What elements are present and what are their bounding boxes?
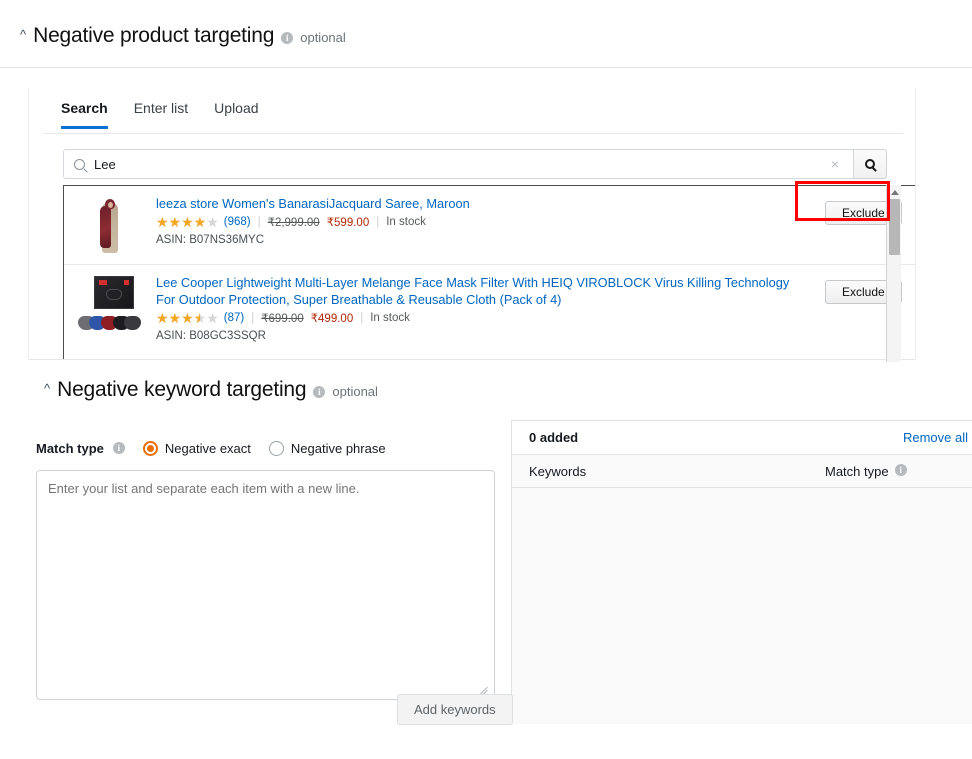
product-thumbnail-mask (64, 274, 156, 342)
tab-upload[interactable]: Upload (214, 100, 258, 129)
added-keywords-header: 0 added Remove all (512, 421, 972, 454)
product-asin: ASIN: B07NS36MYC (156, 234, 811, 246)
current-price: ₹499.00 (311, 311, 354, 325)
column-header-keywords: Keywords (529, 464, 586, 479)
page-root: ^ Negative product targeting i optional … (0, 0, 972, 759)
product-asin: ASIN: B08GC3SSQR (156, 330, 811, 342)
keywords-table-header: Keywords Match type i (512, 454, 972, 488)
product-thumbnail-saree (64, 195, 156, 254)
rating-stars: ★★★★★ ★★★★★ (156, 215, 219, 229)
product-meta: ★★★★★ ★★★★★ (87) | ₹699.00 ₹499.00 | In … (156, 311, 811, 325)
exclude-button-cell: Exclude (825, 195, 916, 254)
keywords-textarea[interactable] (36, 470, 495, 700)
tab-enter-list[interactable]: Enter list (134, 100, 188, 129)
product-meta: ★★★★★ ★★★★★ (968) | ₹2,999.00 ₹599.00 | … (156, 215, 811, 229)
rating-stars: ★★★★★ ★★★★★ (156, 311, 219, 325)
radio-negative-phrase[interactable]: Negative phrase (269, 441, 386, 456)
old-price: ₹2,999.00 (268, 215, 320, 229)
column-header-match-type: Match type i (825, 464, 907, 479)
old-price: ₹699.00 (261, 311, 304, 325)
radio-button[interactable] (269, 441, 284, 456)
match-type-row: Match type i Negative exact Negative phr… (36, 441, 386, 456)
stock-status: In stock (370, 312, 410, 324)
added-count: 0 added (529, 430, 578, 445)
page-title: Negative product targeting (33, 24, 274, 48)
product-info: Lee Cooper Lightweight Multi-Layer Melan… (156, 274, 825, 342)
negative-product-targeting-header[interactable]: ^ Negative product targeting i optional (20, 24, 346, 48)
product-title-link[interactable]: leeza store Women's BanarasiJacquard Sar… (156, 195, 811, 212)
optional-label: optional (300, 30, 346, 45)
info-icon[interactable]: i (113, 442, 125, 454)
product-info: leeza store Women's BanarasiJacquard Sar… (156, 195, 825, 254)
tab-search[interactable]: Search (61, 100, 108, 129)
collapse-caret-icon[interactable]: ^ (44, 382, 50, 395)
rating-count[interactable]: (968) (224, 216, 251, 228)
negative-product-targeting-card: Search Enter list Upload Lee × (28, 88, 916, 360)
scrollbar-thumb[interactable] (889, 199, 900, 255)
product-title-link[interactable]: Lee Cooper Lightweight Multi-Layer Melan… (156, 274, 811, 308)
current-price: ₹599.00 (327, 215, 370, 229)
info-icon[interactable]: i (281, 32, 293, 44)
keywords-table-body (512, 488, 972, 724)
table-row[interactable]: Lee Cooper Lightweight Multi-Layer Melan… (64, 264, 916, 352)
radio-label: Negative exact (165, 441, 251, 456)
optional-label: optional (332, 384, 378, 399)
search-input[interactable]: Lee (94, 157, 825, 172)
negative-keyword-targeting-header[interactable]: ^ Negative keyword targeting i optional (44, 378, 378, 402)
results-scrollbar[interactable] (886, 185, 901, 362)
section-title: Negative keyword targeting (57, 378, 306, 402)
rating-count[interactable]: (87) (224, 312, 244, 324)
product-search-row: Lee × (63, 149, 887, 179)
search-button[interactable] (854, 149, 887, 179)
search-results-list: leeza store Women's BanarasiJacquard Sar… (63, 185, 916, 360)
scroll-up-arrow-icon[interactable] (887, 185, 902, 199)
exclude-button-cell: Exclude (825, 274, 916, 342)
search-icon (74, 159, 85, 170)
meta-separator: | (360, 312, 363, 324)
meta-separator: | (376, 216, 379, 228)
radio-button[interactable] (143, 441, 158, 456)
stock-status: In stock (386, 216, 426, 228)
meta-separator: | (251, 312, 254, 324)
add-keywords-button[interactable]: Add keywords (397, 694, 513, 725)
face-mask-image (78, 276, 142, 330)
info-icon[interactable]: i (895, 464, 907, 476)
saree-image (93, 197, 127, 254)
clear-icon[interactable]: × (825, 156, 845, 172)
magnifier-icon (865, 159, 875, 169)
info-icon[interactable]: i (313, 386, 325, 398)
product-targeting-tabs: Search Enter list Upload (61, 100, 259, 129)
remove-all-link[interactable]: Remove all (903, 430, 968, 445)
match-type-label: Match type (36, 441, 104, 456)
tabs-underline (43, 133, 903, 134)
header-divider (0, 67, 972, 68)
meta-separator: | (258, 216, 261, 228)
table-row[interactable]: leeza store Women's BanarasiJacquard Sar… (64, 186, 916, 264)
search-input-wrapper[interactable]: Lee × (63, 149, 854, 179)
collapse-caret-icon[interactable]: ^ (20, 28, 26, 41)
radio-negative-exact[interactable]: Negative exact (143, 441, 251, 456)
radio-label: Negative phrase (291, 441, 386, 456)
